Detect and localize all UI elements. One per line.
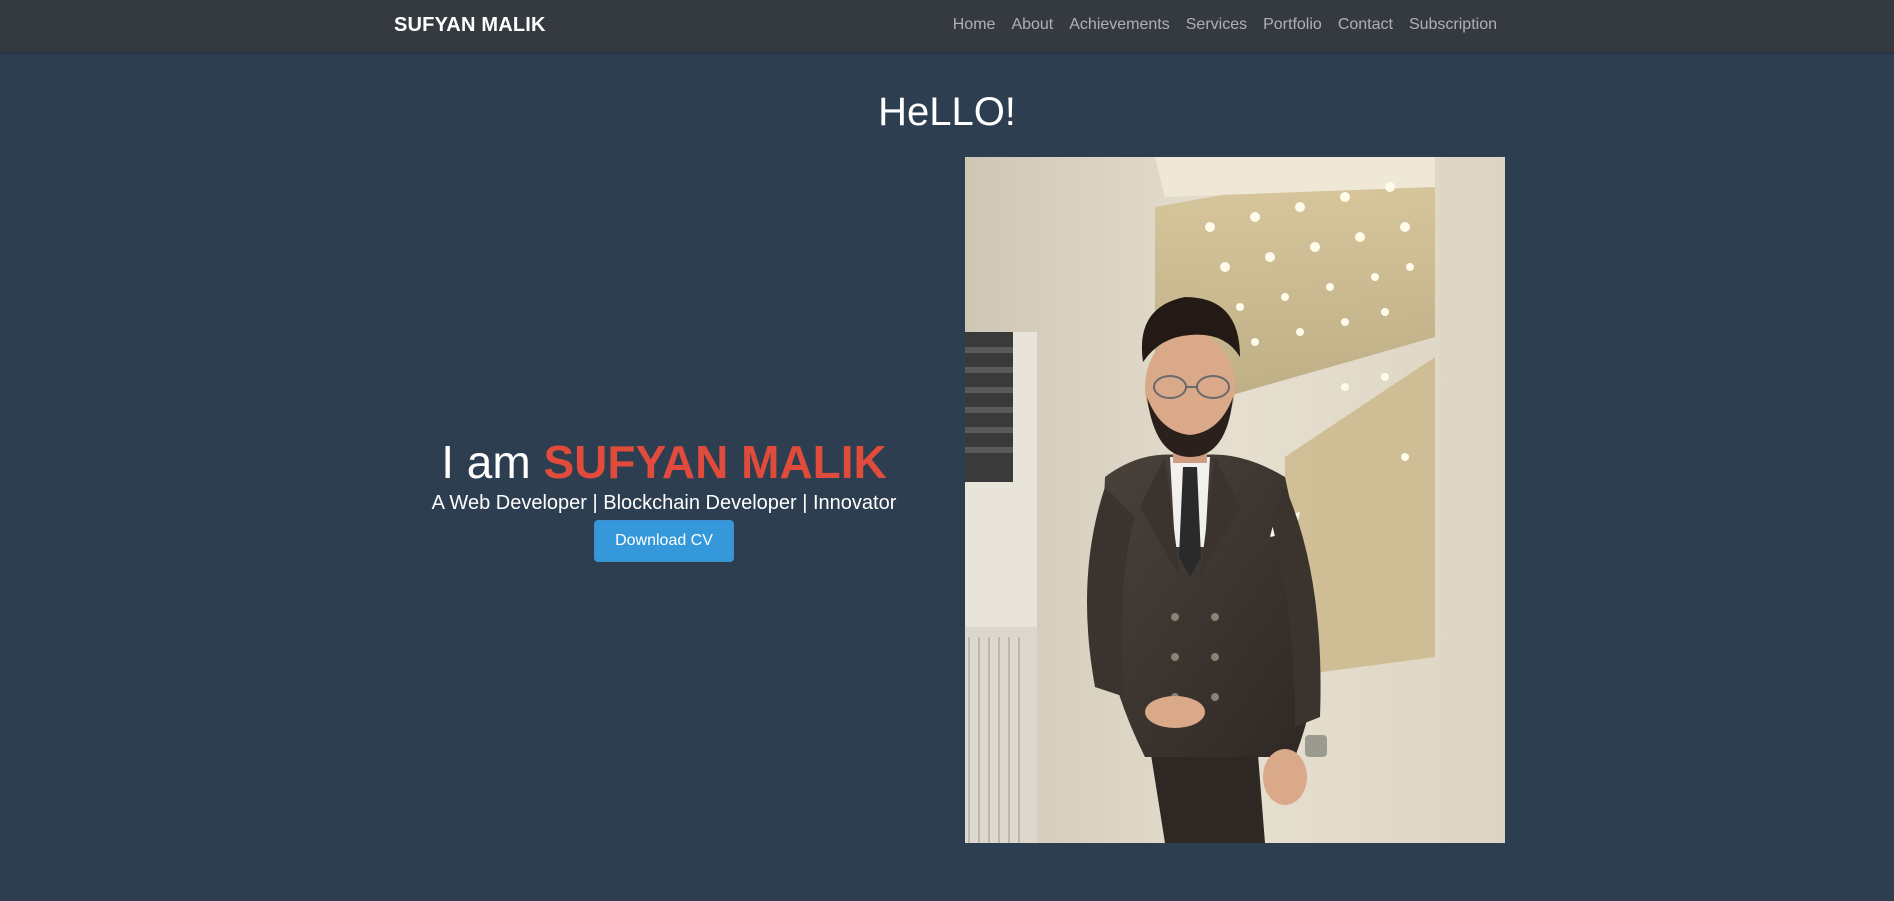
nav-menu: Home About Achievements Services Portfol… [945, 14, 1497, 36]
intro-section: I am SUFYAN MALIK A Web Developer | Bloc… [394, 434, 934, 562]
top-navbar: SUFYAN MALIK Home About Achievements Ser… [0, 0, 1894, 52]
intro-heading: I am SUFYAN MALIK [394, 434, 934, 490]
page-title: HeLLO! [878, 89, 1016, 134]
brand-logo-link[interactable]: SUFYAN MALIK [394, 13, 546, 37]
nav-link-contact[interactable]: Contact [1330, 14, 1401, 36]
nav-link-about[interactable]: About [1003, 14, 1061, 36]
nav-link-services[interactable]: Services [1178, 14, 1255, 36]
profile-photo [965, 157, 1505, 843]
nav-link-subscription[interactable]: Subscription [1401, 14, 1497, 36]
profile-photo-illustration [965, 157, 1505, 843]
nav-link-home[interactable]: Home [945, 14, 1004, 36]
download-cv-button[interactable]: Download CV [594, 520, 734, 562]
intro-prefix: I am [441, 436, 531, 488]
nav-link-achievements[interactable]: Achievements [1061, 14, 1178, 36]
intro-name: SUFYAN MALIK [543, 436, 887, 488]
intro-tagline: A Web Developer | Blockchain Developer |… [431, 492, 897, 514]
nav-link-portfolio[interactable]: Portfolio [1255, 14, 1330, 36]
